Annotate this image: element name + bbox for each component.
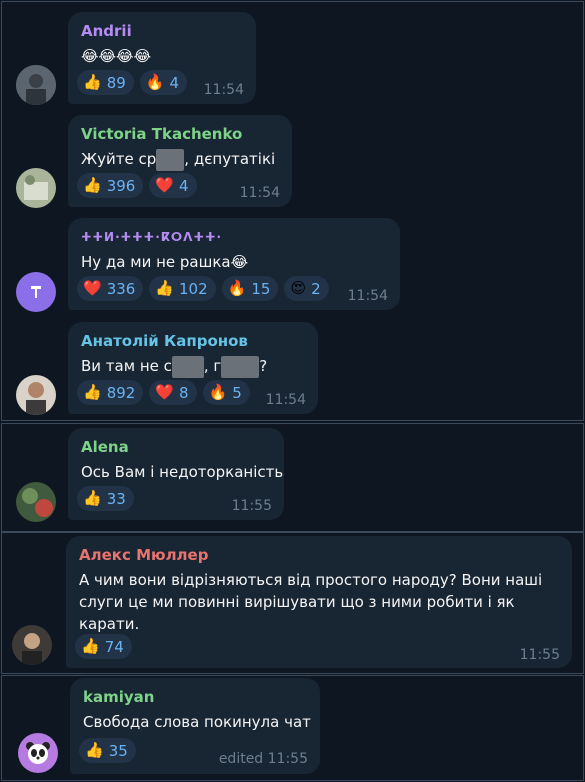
message-time: 11:54 <box>203 82 244 98</box>
avatar-kamiyan[interactable] <box>18 733 58 773</box>
chat-panel-3: Алекс Мюллер А чим вони відрізняються ві… <box>1 532 584 674</box>
message-time: 11:55 <box>519 647 560 663</box>
reaction-thumbs-up[interactable]: 👍 892 <box>77 380 144 405</box>
reaction-thumbs-up[interactable]: 👍 35 <box>79 738 136 763</box>
chat-panel-1: Andrii 😂😂😂😂 👍 89 🔥 4 11:54 Victoria Tkache… <box>1 1 584 421</box>
redaction <box>156 148 185 171</box>
reaction-fire[interactable]: 🔥 5 <box>202 380 250 405</box>
reactions: ❤️ 336 👍 102 🔥 15 😍 2 <box>77 276 329 301</box>
reaction-fire[interactable]: 🔥 4 <box>139 70 188 95</box>
reaction-heart-eyes[interactable]: 😍 2 <box>284 276 329 301</box>
reactions: 👍 396 ❤️ 4 <box>77 173 197 198</box>
reactions: 👍 89 🔥 4 <box>77 70 188 95</box>
redaction <box>171 355 204 378</box>
reaction-thumbs-up[interactable]: 👍 33 <box>77 486 134 511</box>
chat-panel-2: Alena Ось Вам і недоторканість 👍 33 11:55 <box>1 423 584 532</box>
message-time: edited 11:55 <box>218 751 308 767</box>
message-time: 11:54 <box>265 392 306 408</box>
sender-name[interactable]: Анатолій Капронов <box>81 332 248 350</box>
sender-name[interactable]: ⵜⵜⵍ·ⵜⵜⵜ·ⴽⵔⴷⵜⵜ· <box>81 230 222 244</box>
message-bubble[interactable]: Алекс Мюллер А чим вони відрізняються ві… <box>66 536 572 668</box>
reaction-thumbs-up[interactable]: 👍 89 <box>77 70 134 95</box>
reaction-heart[interactable]: ❤️ 4 <box>149 173 197 198</box>
avatar-andrii[interactable] <box>16 65 56 105</box>
message-text: Ну да ми не рашка😂 <box>81 253 249 271</box>
reactions: 👍 35 <box>79 738 136 763</box>
panda-icon <box>26 742 50 764</box>
message-text: Ви там не с, г? <box>81 355 267 378</box>
sender-name[interactable]: Алекс Мюллер <box>79 546 208 564</box>
pin-icon <box>31 286 41 298</box>
photo-avatar-icon <box>16 375 56 415</box>
message-text: Ось Вам і недоторканість <box>81 463 284 481</box>
reaction-thumbs-up[interactable]: 👍 102 <box>149 276 216 301</box>
message-bubble[interactable]: Alena Ось Вам і недоторканість 👍 33 11:55 <box>68 428 284 520</box>
message-time: 11:54 <box>239 185 280 201</box>
reactions: 👍 74 <box>75 634 132 659</box>
avatar-pin[interactable] <box>16 272 56 312</box>
avatar-alena[interactable] <box>16 482 56 522</box>
sender-name[interactable]: Andrii <box>81 22 132 40</box>
message-text: 😂😂😂😂 <box>81 47 152 65</box>
avatar-victoria[interactable] <box>16 168 56 208</box>
reaction-heart[interactable]: ❤️ 336 <box>77 276 144 301</box>
photo-avatar-icon <box>16 168 56 208</box>
photo-avatar-icon <box>12 625 52 665</box>
message-text: А чим вони відрізняються від простого на… <box>79 571 543 633</box>
sender-name[interactable]: kamiyan <box>83 688 154 706</box>
reaction-thumbs-up[interactable]: 👍 396 <box>77 173 144 198</box>
avatar-anatolii[interactable] <box>16 375 56 415</box>
sender-name[interactable]: Alena <box>81 438 129 456</box>
message-bubble[interactable]: Victoria Tkachenko Жуйте ср, дєпутатікі … <box>68 115 292 207</box>
message-time: 11:54 <box>347 288 388 304</box>
avatar-aleks[interactable] <box>12 625 52 665</box>
message-bubble[interactable]: ⵜⵜⵍ·ⵜⵜⵜ·ⴽⵔⴷⵜⵜ· Ну да ми не рашка😂 ❤️ 336 … <box>68 218 400 310</box>
message-bubble[interactable]: Andrii 😂😂😂😂 👍 89 🔥 4 11:54 <box>68 12 256 104</box>
reaction-heart[interactable]: ❤️ 8 <box>149 380 197 405</box>
message-time: 11:55 <box>231 498 272 514</box>
photo-avatar-icon <box>16 482 56 522</box>
message-text: Свобода слова покинула чат <box>83 713 311 731</box>
reactions: 👍 892 ❤️ 8 🔥 5 <box>77 380 250 405</box>
reaction-thumbs-up[interactable]: 👍 74 <box>75 634 132 659</box>
photo-avatar-icon <box>16 65 56 105</box>
reaction-fire[interactable]: 🔥 15 <box>221 276 279 301</box>
chat-panel-4: kamiyan Свобода слова покинула чат 👍 35 e… <box>1 675 584 781</box>
message-bubble[interactable]: Анатолій Капронов Ви там не с, г? 👍 892 ❤… <box>68 322 318 414</box>
redaction <box>221 355 260 378</box>
reactions: 👍 33 <box>77 486 134 511</box>
message-text: Жуйте ср, дєпутатікі <box>81 148 275 171</box>
message-bubble[interactable]: kamiyan Свобода слова покинула чат 👍 35 e… <box>70 678 320 774</box>
sender-name[interactable]: Victoria Tkachenko <box>81 125 242 143</box>
